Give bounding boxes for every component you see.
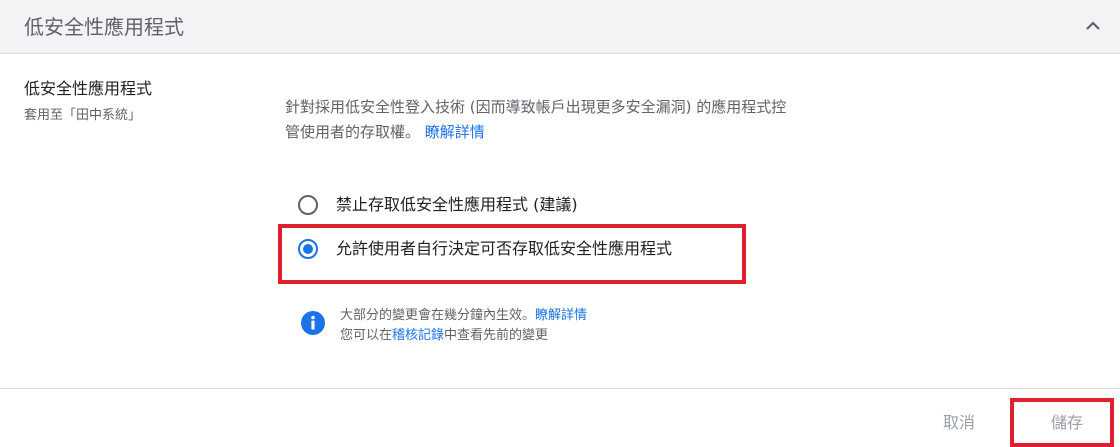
setting-description: 針對採用低安全性登入技術 (因而導致帳戶出現更多安全漏洞) 的應用程式控管使用者… xyxy=(285,95,795,145)
setting-info: 低安全性應用程式 套用至「田中系統」 xyxy=(24,78,264,126)
option-label: 允許使用者自行決定可否存取低安全性應用程式 xyxy=(336,239,673,258)
info-line-1: 大部分的變更會在幾分鐘內生效。瞭解詳情 xyxy=(340,306,587,326)
info-learn-more-link[interactable]: 瞭解詳情 xyxy=(535,308,587,323)
section-header[interactable]: 低安全性應用程式 xyxy=(0,0,1120,54)
info-icon xyxy=(301,311,325,335)
info-line-2-prefix: 您可以在 xyxy=(340,328,393,343)
option-label: 禁止存取低安全性應用程式 (建議) xyxy=(336,195,578,214)
option-allow-user-choice[interactable]: 允許使用者自行決定可否存取低安全性應用程式 xyxy=(298,236,672,262)
info-line-2-suffix: 中查看先前的變更 xyxy=(444,328,549,343)
description-text: 針對採用低安全性登入技術 (因而導致帳戶出現更多安全漏洞) 的應用程式控管使用者… xyxy=(285,98,787,141)
info-message: 大部分的變更會在幾分鐘內生效。瞭解詳情 您可以在稽核記錄中查看先前的變更 xyxy=(340,306,587,346)
option-block-less-secure-apps[interactable]: 禁止存取低安全性應用程式 (建議) xyxy=(298,192,578,218)
setting-subtitle: 套用至「田中系統」 xyxy=(24,108,142,123)
audit-log-link[interactable]: 稽核記錄 xyxy=(392,328,444,343)
setting-title: 低安全性應用程式 xyxy=(24,79,153,98)
info-line-1-text: 大部分的變更會在幾分鐘內生效。 xyxy=(340,308,536,323)
section-header-title: 低安全性應用程式 xyxy=(24,15,184,39)
save-button[interactable]: 儲存 xyxy=(1030,404,1104,438)
radio-button-checked[interactable] xyxy=(298,239,318,259)
footer-divider xyxy=(0,388,1120,389)
cancel-button[interactable]: 取消 xyxy=(926,404,992,438)
learn-more-link[interactable]: 瞭解詳情 xyxy=(425,123,485,141)
chevron-up-icon[interactable] xyxy=(1084,19,1102,33)
info-line-2: 您可以在稽核記錄中查看先前的變更 xyxy=(340,326,587,346)
radio-button-unchecked[interactable] xyxy=(298,195,318,215)
